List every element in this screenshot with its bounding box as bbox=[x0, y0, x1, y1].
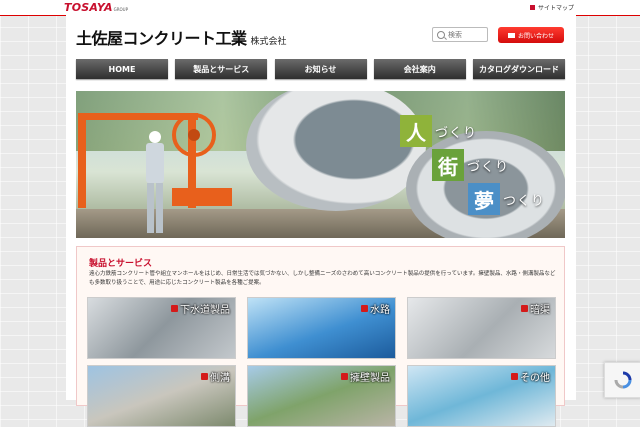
top-bar: TOSAYA GROUP サイトマップ bbox=[0, 0, 640, 16]
arrow-right-icon bbox=[521, 305, 528, 312]
sitemap-link[interactable]: サイトマップ bbox=[529, 3, 574, 12]
search-icon bbox=[437, 30, 445, 39]
contact-label: お問い合わせ bbox=[517, 32, 554, 40]
product-card-label: 側溝 bbox=[201, 369, 230, 384]
nav-company[interactable]: 会社案内 bbox=[373, 59, 466, 79]
search-input[interactable] bbox=[448, 30, 486, 39]
sitemap-bullet-icon bbox=[529, 5, 535, 10]
slogan-dream-text: つくり bbox=[503, 193, 546, 209]
slogan-people-text: づくり bbox=[435, 125, 478, 141]
product-card-label: 下水道製品 bbox=[171, 301, 230, 316]
page-container: 土佐屋コンクリート工業 株式会社 お問い合わせ HOME 製品とサービス お知ら… bbox=[66, 15, 576, 427]
nav-catalog[interactable]: カタログダウンロード bbox=[473, 59, 565, 79]
arrow-right-icon bbox=[361, 305, 368, 312]
arrow-right-icon bbox=[201, 373, 208, 380]
arrow-right-icon bbox=[511, 373, 518, 380]
products-section: 製品とサービス 遠心力鉄筋コンクリート管や組立マンホールをはじめ、日常生活では気… bbox=[76, 246, 565, 427]
slogan-people-char: 人 bbox=[400, 115, 432, 147]
hero-worker-figure bbox=[146, 131, 164, 233]
nav-news[interactable]: お知らせ bbox=[274, 59, 367, 79]
sitemap-label: サイトマップ bbox=[537, 5, 574, 12]
product-card-label: その他 bbox=[511, 369, 550, 384]
product-card-culvert[interactable]: 暗渠 bbox=[407, 297, 556, 359]
logo-text: TOSAYA bbox=[64, 1, 113, 14]
product-card-gutter[interactable]: 側溝 bbox=[87, 365, 236, 427]
product-card-label: 暗渠 bbox=[521, 301, 550, 316]
arrow-right-icon bbox=[341, 373, 348, 380]
products-description: 遠心力鉄筋コンクリート管や組立マンホールをはじめ、日常生活では気づかない、しかし… bbox=[89, 271, 556, 286]
product-card-text: 下水道製品 bbox=[180, 305, 230, 316]
contact-button[interactable]: お問い合わせ bbox=[498, 27, 564, 43]
company-suffix: 株式会社 bbox=[250, 37, 287, 47]
product-card-text: 暗渠 bbox=[530, 305, 550, 316]
slogan-town-char: 街 bbox=[432, 149, 464, 181]
slogan-town-text: づくり bbox=[467, 159, 510, 175]
product-card-retaining-wall[interactable]: 擁壁製品 bbox=[247, 365, 396, 427]
hero-concrete-pipe-large bbox=[246, 91, 426, 211]
nav-products[interactable]: 製品とサービス bbox=[175, 59, 268, 79]
product-card-text: その他 bbox=[520, 373, 550, 384]
search-box[interactable] bbox=[432, 27, 488, 42]
products-heading: 製品とサービス bbox=[89, 259, 153, 269]
envelope-icon bbox=[507, 32, 515, 38]
arrow-right-icon bbox=[171, 305, 178, 312]
product-card-text: 水路 bbox=[370, 305, 390, 316]
logo-subtext: GROUP bbox=[113, 7, 129, 12]
main-nav: HOME 製品とサービス お知らせ 会社案内 カタログダウンロード bbox=[76, 59, 565, 79]
product-card-label: 擁壁製品 bbox=[341, 369, 390, 384]
slogan-dream-char: 夢 bbox=[468, 183, 500, 215]
nav-home[interactable]: HOME bbox=[76, 59, 168, 79]
product-card-label: 水路 bbox=[361, 301, 390, 316]
company-title[interactable]: 土佐屋コンクリート工業 株式会社 bbox=[76, 25, 287, 49]
slogan-people: 人 づくり bbox=[400, 115, 477, 147]
product-card-text: 擁壁製品 bbox=[350, 373, 390, 384]
tosaya-group-logo[interactable]: TOSAYA GROUP bbox=[64, 0, 128, 14]
slogan-dream: 夢 つくり bbox=[468, 183, 545, 215]
recaptcha-badge[interactable] bbox=[604, 362, 640, 398]
product-card-waterway[interactable]: 水路 bbox=[247, 297, 396, 359]
slogan-town: 街 づくり bbox=[432, 149, 509, 181]
product-card-other[interactable]: その他 bbox=[407, 365, 556, 427]
product-card-sewer[interactable]: 下水道製品 bbox=[87, 297, 236, 359]
hero-banner: 人 づくり 街 づくり 夢 つくり bbox=[76, 91, 565, 238]
recaptcha-icon bbox=[614, 371, 632, 389]
product-card-text: 側溝 bbox=[210, 373, 230, 384]
company-name: 土佐屋コンクリート工業 bbox=[76, 29, 247, 48]
